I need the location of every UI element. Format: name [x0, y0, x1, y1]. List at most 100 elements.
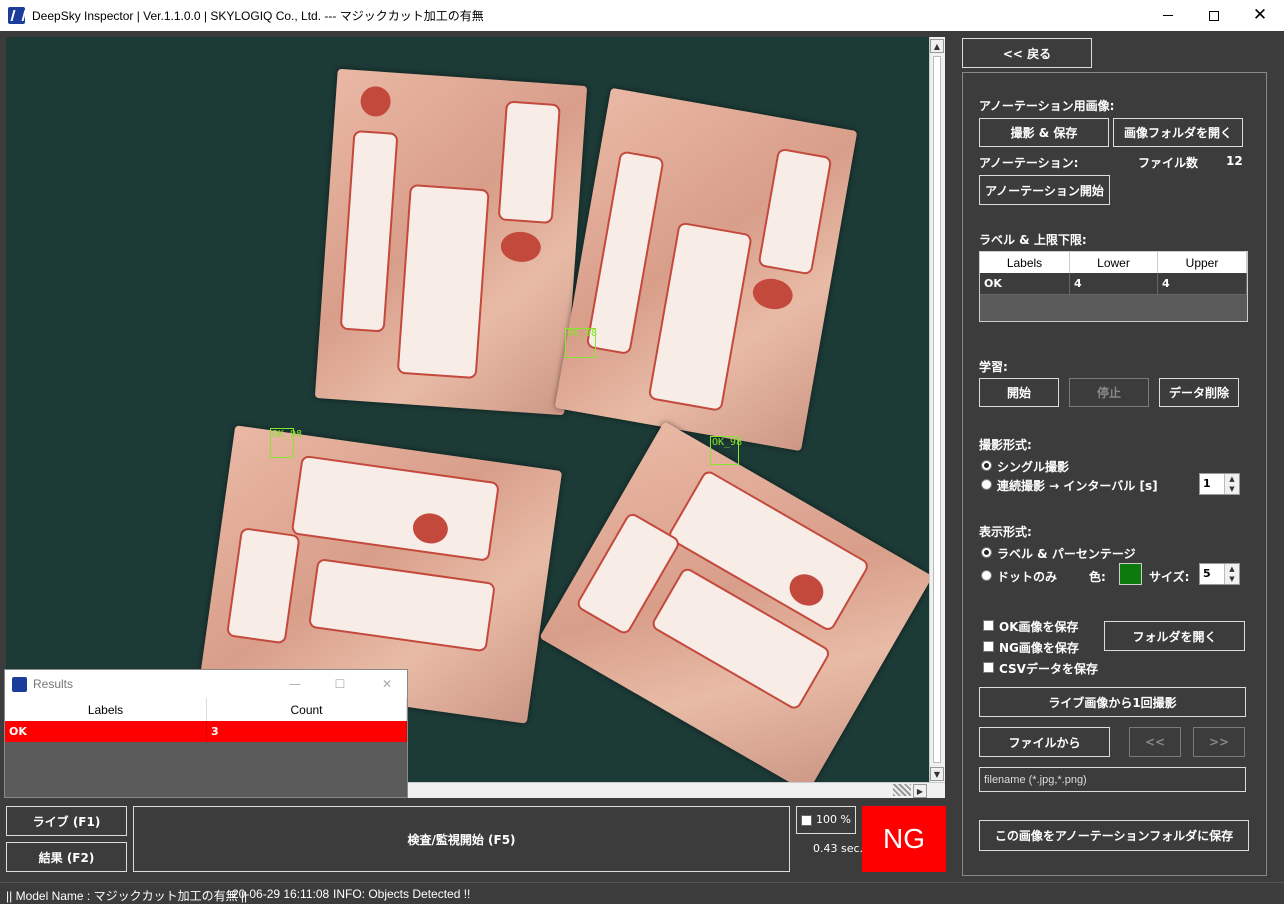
table-row[interactable]: OK 3	[5, 721, 407, 742]
labels-limits-heading: ラベル & 上限下限:	[979, 233, 1087, 247]
label-percentage-radio[interactable]	[981, 547, 992, 558]
pouch-badge	[499, 230, 542, 264]
status-info: INFO: Objects Detected !!	[333, 887, 471, 901]
labels-limits-table[interactable]: Labels Lower Upper OK 4 4	[979, 251, 1248, 322]
capture-from-live-button[interactable]: ライブ画像から1回撮影	[979, 687, 1246, 717]
size-label: サイズ:	[1149, 570, 1190, 584]
save-ng-checkbox[interactable]	[983, 641, 994, 652]
detection-label: OK_98	[712, 437, 743, 448]
train-start-button[interactable]: 開始	[979, 378, 1059, 407]
pouch-label-panel	[757, 147, 833, 276]
pouch-image	[539, 421, 929, 782]
scroll-right-icon[interactable]: ▶	[913, 784, 927, 798]
column-header-labels[interactable]: Labels	[5, 698, 207, 721]
pouch-badge	[750, 275, 796, 313]
train-stop-button[interactable]: 停止	[1069, 378, 1149, 407]
row-label-cell[interactable]: OK	[980, 273, 1070, 295]
vertical-scroll-thumb[interactable]	[933, 56, 941, 763]
row-label-cell: OK	[5, 721, 207, 742]
maximize-button[interactable]	[1191, 0, 1237, 31]
resize-grip-icon[interactable]	[893, 784, 911, 796]
results-window[interactable]: Results — ☐ ✕ Labels Count OK 3	[4, 669, 408, 798]
status-model-name: || Model Name : マジックカット加工の有無 ||	[6, 889, 248, 903]
pouch-label-panel	[290, 454, 500, 562]
stepper-arrows-icon[interactable]: ▲ ▼	[1224, 474, 1239, 494]
pouch-image	[554, 87, 858, 452]
single-capture-radio[interactable]	[981, 460, 992, 471]
pouch-label-panel	[339, 129, 399, 333]
column-header-upper[interactable]: Upper	[1158, 252, 1247, 273]
interval-capture-radio[interactable]	[981, 479, 992, 490]
detection-label: OK_98	[567, 328, 598, 339]
pouch-image	[314, 68, 588, 416]
filename-input[interactable]: filename (*.jpg,*.png)	[979, 767, 1246, 792]
size-stepper[interactable]: 5 ▲ ▼	[1199, 563, 1240, 585]
display-mode-heading: 表示形式:	[979, 525, 1032, 539]
start-annotation-button[interactable]: アノーテーション開始	[979, 175, 1110, 205]
annotation-heading: アノーテーション:	[979, 156, 1079, 170]
results-maximize-icon[interactable]: ☐	[330, 674, 350, 694]
minimize-button[interactable]	[1145, 0, 1191, 31]
result-button[interactable]: 結果 (F2)	[6, 842, 127, 872]
stepper-arrows-icon[interactable]: ▲ ▼	[1224, 564, 1239, 584]
dots-only-radio[interactable]	[981, 570, 992, 581]
back-button[interactable]: << 戻る	[962, 38, 1092, 68]
save-to-annotation-folder-button[interactable]: この画像をアノーテーションフォルダに保存	[979, 820, 1249, 851]
table-row[interactable]: OK 4 4	[980, 273, 1247, 295]
file-count-value: 12	[1226, 154, 1243, 168]
save-csv-label: CSVデータを保存	[999, 662, 1098, 676]
delete-data-button[interactable]: データ削除	[1159, 378, 1239, 407]
detection-label: OK_98	[272, 429, 303, 440]
column-header-labels[interactable]: Labels	[980, 252, 1070, 273]
zoom-level: 100 %	[816, 813, 851, 826]
close-icon: ✕	[1252, 5, 1268, 25]
interval-value: 1	[1203, 477, 1211, 490]
labels-table-header: Labels Lower Upper	[980, 252, 1247, 273]
start-inspection-button[interactable]: 検査/監視開始 (F5)	[133, 806, 790, 872]
status-timestamp: 20-06-29 16:11:08	[232, 887, 330, 901]
open-folder-button[interactable]: フォルダを開く	[1104, 621, 1245, 651]
interval-stepper[interactable]: 1 ▲ ▼	[1199, 473, 1240, 495]
minimize-icon	[1163, 15, 1173, 16]
pouch-label-panel	[396, 183, 490, 380]
scroll-down-icon[interactable]: ▼	[930, 767, 944, 781]
results-minimize-icon[interactable]: —	[285, 674, 305, 694]
live-button[interactable]: ライブ (F1)	[6, 806, 127, 836]
label-percentage-label: ラベル & パーセンテージ	[997, 547, 1136, 561]
save-csv-checkbox[interactable]	[983, 662, 994, 673]
column-header-lower[interactable]: Lower	[1070, 252, 1158, 273]
app-logo-icon	[8, 7, 25, 24]
capture-mode-heading: 撮影形式:	[979, 438, 1032, 452]
row-count-cell: 3	[207, 721, 407, 742]
dot-color-swatch[interactable]	[1119, 563, 1142, 585]
results-title-bar[interactable]: Results — ☐ ✕	[5, 670, 407, 698]
row-upper-cell[interactable]: 4	[1158, 273, 1247, 295]
capture-save-button[interactable]: 撮影 & 保存	[979, 118, 1109, 147]
status-bar: || Model Name : マジックカット加工の有無 || 20-06-29…	[0, 882, 1284, 904]
results-close-icon[interactable]: ✕	[377, 674, 397, 694]
color-label: 色:	[1089, 570, 1106, 584]
save-ng-label: NG画像を保存	[999, 641, 1079, 655]
zoom-checkbox[interactable]	[801, 815, 812, 826]
inference-time: 0.43 sec.	[813, 842, 864, 855]
column-header-count[interactable]: Count	[207, 698, 407, 721]
from-file-button[interactable]: ファイルから	[979, 727, 1110, 757]
results-table: Labels Count OK 3	[5, 698, 407, 797]
next-file-button[interactable]: >>	[1193, 727, 1245, 757]
file-count-label: ファイル数	[1138, 156, 1199, 170]
title-bar: DeepSky Inspector | Ver.1.1.0.0 | SKYLOG…	[0, 0, 1284, 31]
pouch-label-panel	[497, 100, 561, 225]
open-image-folder-button[interactable]: 画像フォルダを開く	[1113, 118, 1243, 147]
results-table-header: Labels Count	[5, 698, 407, 721]
single-capture-label: シングル撮影	[997, 460, 1070, 474]
close-button[interactable]: ✕	[1237, 0, 1283, 31]
dots-only-label: ドットのみ	[997, 570, 1058, 584]
scroll-up-icon[interactable]: ▲	[930, 39, 944, 53]
interval-capture-label: 連続撮影 → インターバル [s]	[997, 479, 1158, 493]
save-ok-checkbox[interactable]	[983, 620, 994, 631]
row-lower-cell[interactable]: 4	[1070, 273, 1158, 295]
training-heading: 学習:	[979, 360, 1008, 374]
window-title: DeepSky Inspector | Ver.1.1.0.0 | SKYLOG…	[32, 9, 484, 23]
save-ok-label: OK画像を保存	[999, 620, 1079, 634]
previous-file-button[interactable]: <<	[1129, 727, 1181, 757]
